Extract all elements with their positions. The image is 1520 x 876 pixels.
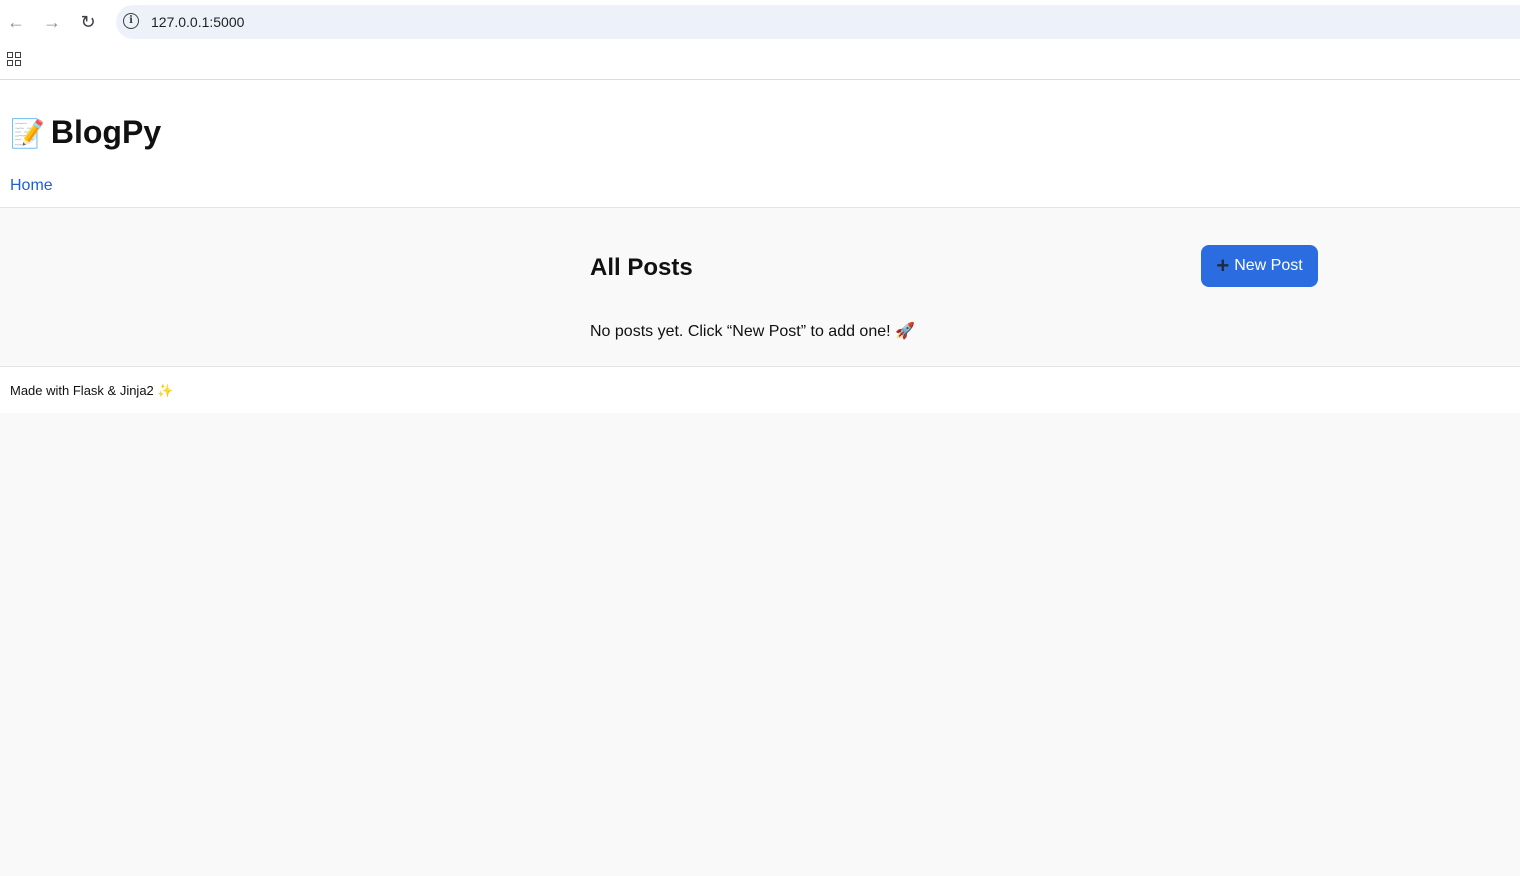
reload-icon[interactable]: ↻ [76,10,100,34]
back-arrow-icon[interactable]: ← [4,10,28,34]
memo-icon: 📝 [10,117,45,150]
home-link[interactable]: Home [10,177,53,195]
footer-text: Made with Flask & Jinja2 ✨ [10,383,174,398]
empty-state-message: No posts yet. Click “New Post” to add on… [590,323,915,340]
main-content: All Posts + New Post No posts yet. Click… [0,208,1520,367]
site-header: 📝 BlogPy Home [0,80,1520,208]
forward-arrow-icon[interactable]: → [40,10,64,34]
site-footer: Made with Flask & Jinja2 ✨ [0,367,1520,413]
plus-icon: + [1216,253,1230,278]
bookmarks-bar [0,44,1520,80]
new-post-label: New Post [1234,257,1303,274]
site-title-text: BlogPy [50,114,162,150]
site-title: 📝 BlogPy [10,114,161,151]
browser-toolbar: ← → ↻ i 127.0.0.1:5000 [0,0,1520,44]
new-post-button[interactable]: + New Post [1201,245,1318,287]
apps-grid-icon[interactable] [7,52,21,66]
site-info-icon[interactable]: i [123,13,139,29]
address-bar[interactable]: i 127.0.0.1:5000 [116,5,1520,39]
url-text[interactable]: 127.0.0.1:5000 [151,14,244,30]
page-title: All Posts [590,254,693,281]
